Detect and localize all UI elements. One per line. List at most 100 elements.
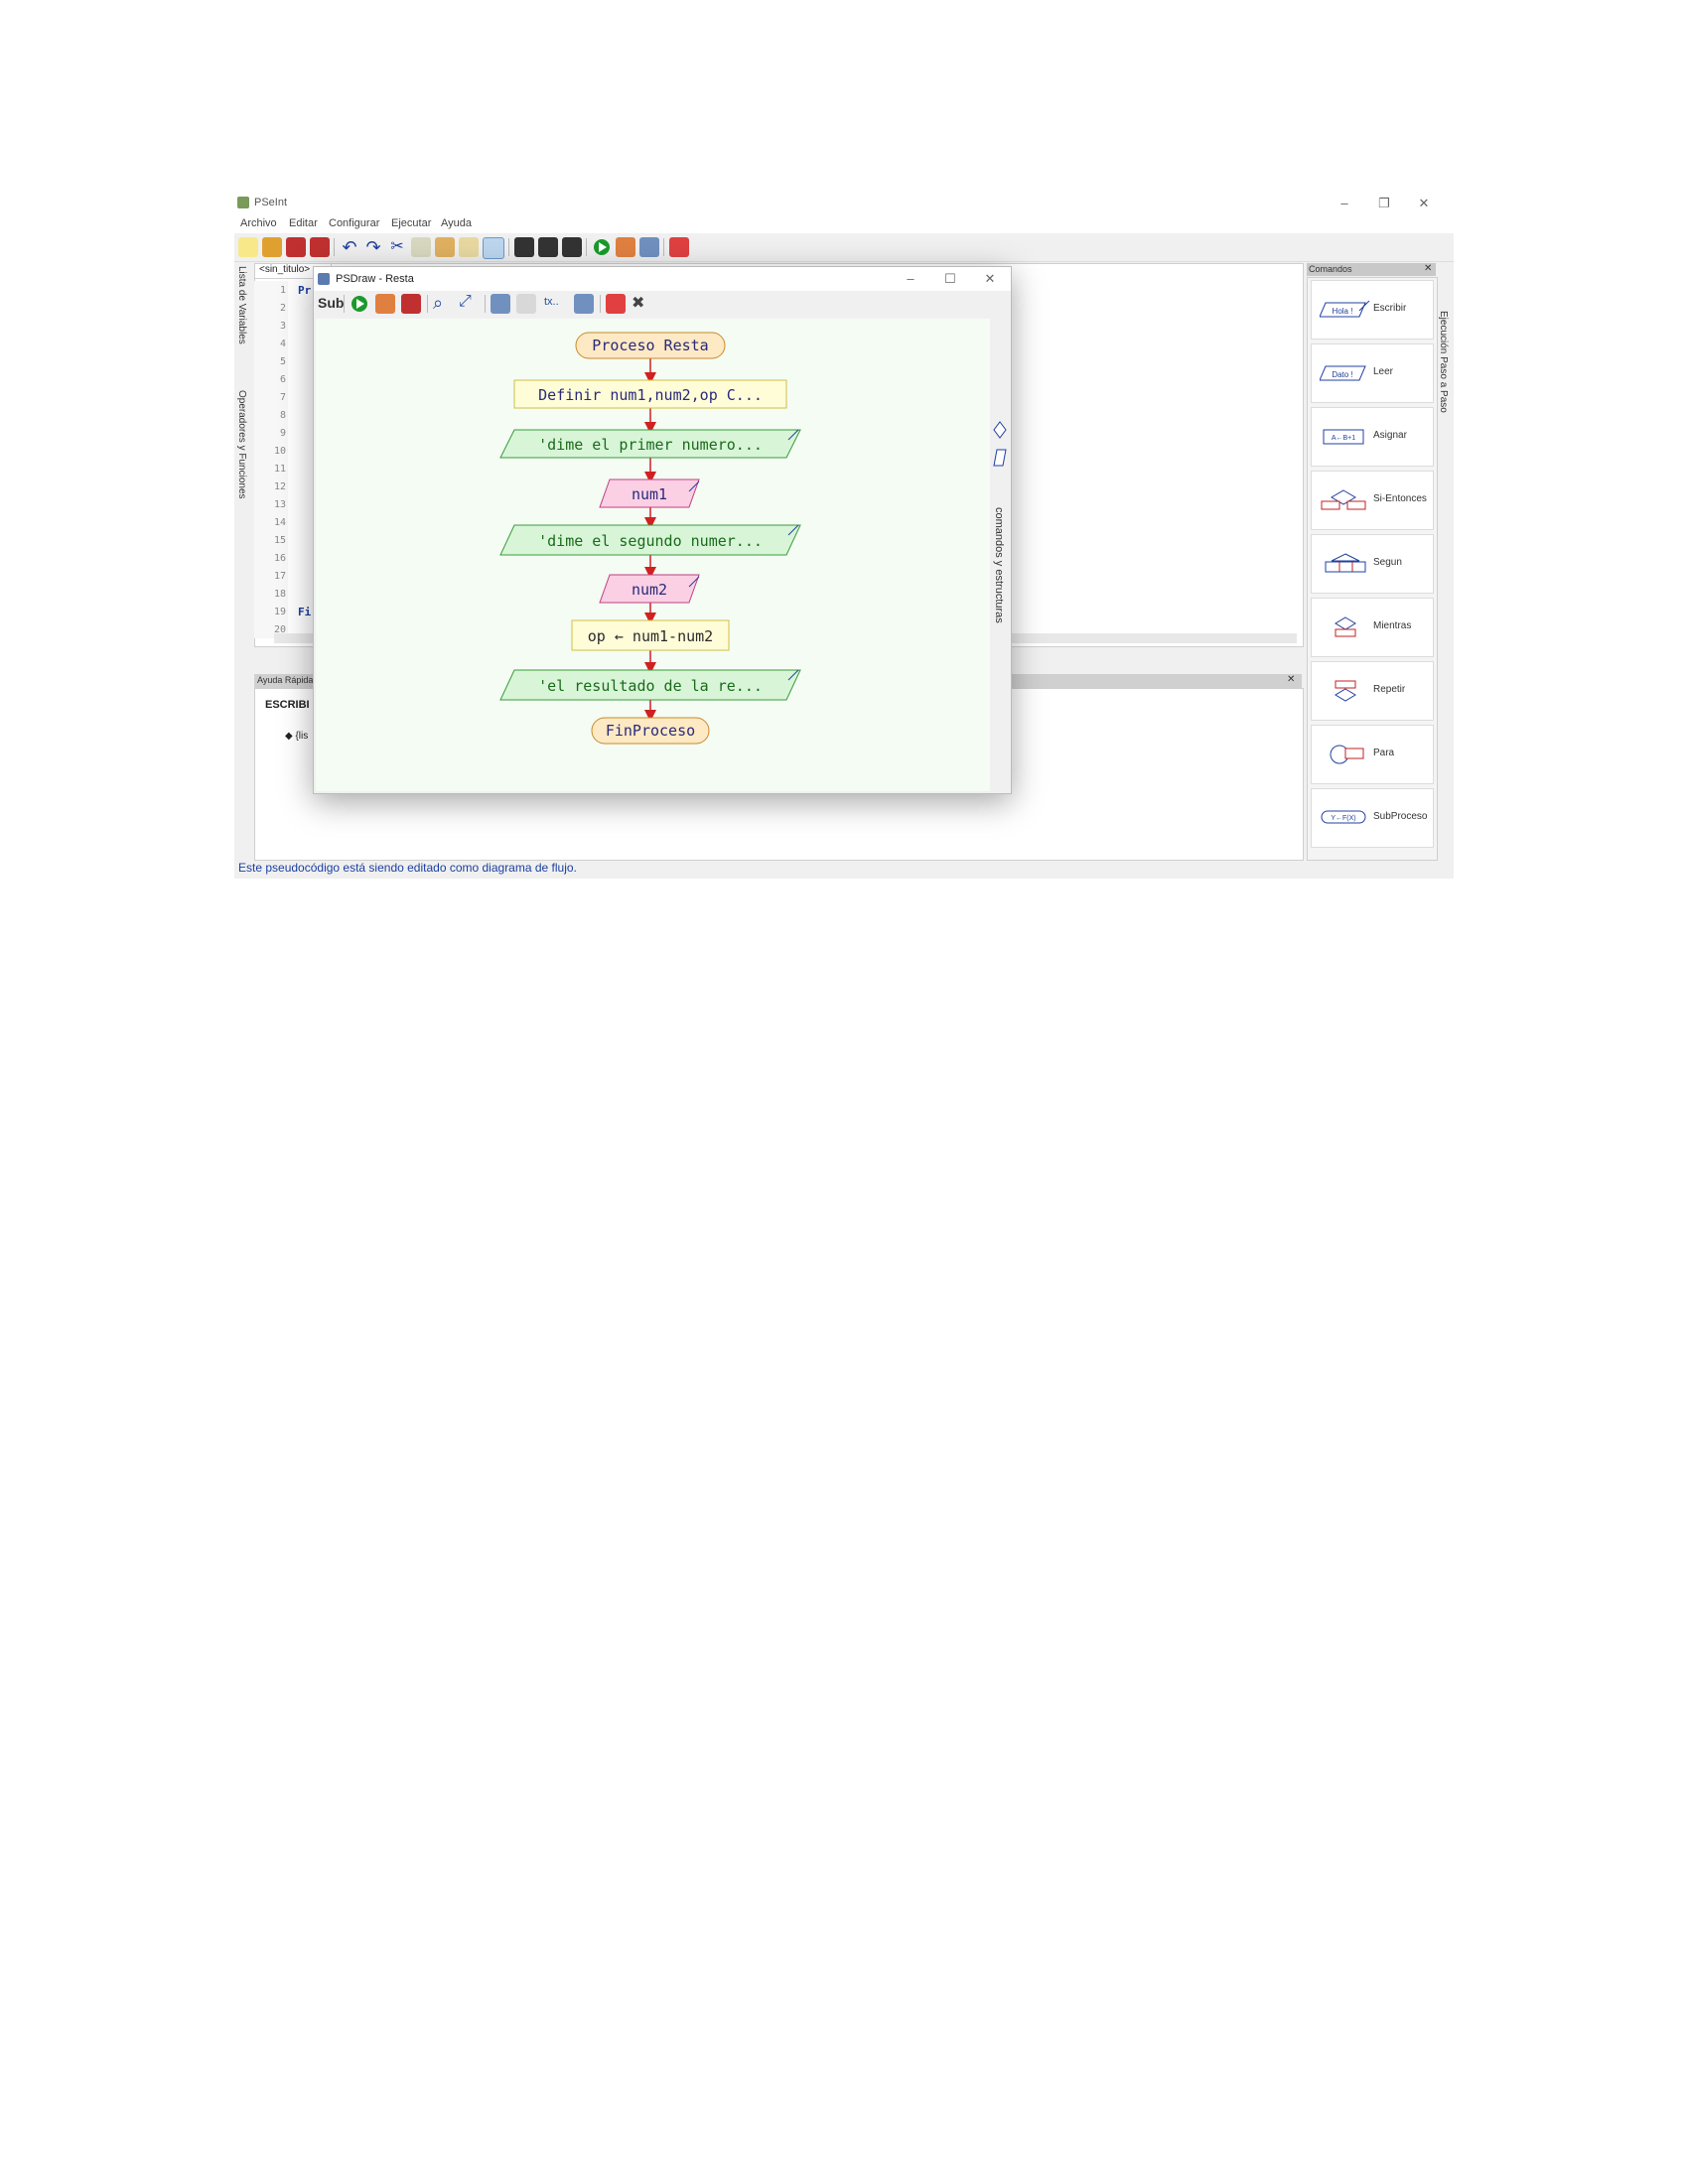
- svg-text:A←B+1: A←B+1: [1332, 435, 1355, 442]
- replace-icon[interactable]: [562, 237, 582, 257]
- line-number-gutter: [254, 281, 288, 638]
- new-file-icon[interactable]: [238, 237, 258, 257]
- flowchart-view-icon[interactable]: [483, 237, 504, 259]
- command-label: Asignar: [1373, 430, 1407, 441]
- command-subproceso[interactable]: Y←F(X) SubProceso: [1311, 788, 1434, 848]
- line-number: 17: [273, 571, 286, 582]
- command-asignar[interactable]: A←B+1 Asignar: [1311, 407, 1434, 467]
- commands-panel: Hola ! Escribir Dato ! Leer A←B+1 Asigna…: [1307, 277, 1438, 861]
- command-segun[interactable]: Segun: [1311, 534, 1434, 594]
- undo-icon[interactable]: ↶: [340, 237, 359, 257]
- psdraw-side-panel: comandos y estructuras: [991, 319, 1009, 791]
- while-icon: [1335, 616, 1356, 637]
- psdraw-maximize-button[interactable]: ☐: [937, 270, 963, 288]
- line-number: 15: [273, 535, 286, 546]
- save-as-icon[interactable]: [310, 237, 330, 257]
- title-bar: PSeInt – ❐ ✕: [234, 192, 1454, 215]
- main-toolbar: ↶ ↷ ✂: [234, 233, 1454, 262]
- paste-icon[interactable]: [435, 237, 455, 257]
- menu-archivo[interactable]: Archivo: [240, 217, 277, 229]
- operators-functions-tab[interactable]: Operadores y Funciones: [236, 390, 247, 529]
- save-icon[interactable]: [401, 294, 421, 314]
- step-by-step-icon[interactable]: [616, 237, 635, 257]
- command-repetir[interactable]: Repetir: [1311, 661, 1434, 721]
- menu-ayuda[interactable]: Ayuda: [441, 217, 472, 229]
- line-number: 1: [279, 285, 286, 296]
- indent-icon[interactable]: [459, 237, 479, 257]
- help-icon[interactable]: [669, 237, 689, 257]
- for-loop-icon: [1330, 745, 1364, 764]
- status-bar: Este pseudocódigo está siendo editado co…: [238, 861, 577, 875]
- subprocess-icon: Y←F(X): [1321, 810, 1366, 824]
- menu-configurar[interactable]: Configurar: [329, 217, 379, 229]
- close-button[interactable]: ✕: [1411, 195, 1437, 212]
- sub-button[interactable]: Sub: [318, 295, 344, 311]
- help-close-icon[interactable]: ✕: [1287, 674, 1295, 685]
- command-label: Repetir: [1373, 684, 1406, 695]
- input-node-2-text: num2: [632, 581, 667, 599]
- command-para[interactable]: Para: [1311, 725, 1434, 784]
- draw-flowchart-icon[interactable]: [639, 237, 659, 257]
- svg-text:Hola !: Hola !: [1333, 307, 1353, 316]
- help-heading: ESCRIBI: [265, 699, 310, 711]
- input-node-1-text: num1: [632, 485, 667, 503]
- command-label: Escribir: [1373, 303, 1407, 314]
- save-icon[interactable]: [286, 237, 306, 257]
- zoom-icon[interactable]: ⌕: [433, 293, 443, 314]
- step-by-step-tab[interactable]: Ejecución Paso a Paso: [1438, 311, 1449, 509]
- menu-editar[interactable]: Editar: [289, 217, 318, 229]
- toggle-comments-icon[interactable]: [491, 294, 510, 314]
- run-icon[interactable]: [592, 237, 612, 257]
- flowchart-canvas[interactable]: Proceso Resta Definir num1,num2,op C... …: [316, 319, 990, 791]
- help-panel-title: Ayuda Rápida: [257, 675, 314, 685]
- command-label: Si-Entonces: [1373, 493, 1427, 504]
- psdraw-minimize-button[interactable]: –: [898, 270, 923, 288]
- command-si-entonces[interactable]: Si-Entonces: [1311, 471, 1434, 530]
- menu-bar: Archivo Editar Configurar Ejecutar Ayuda: [234, 215, 1454, 233]
- line-number: 9: [279, 428, 286, 439]
- repeat-icon: [1335, 680, 1356, 702]
- line-number: 7: [279, 392, 286, 403]
- flowchart-style-icon[interactable]: [574, 294, 594, 314]
- command-mientras[interactable]: Mientras: [1311, 598, 1434, 657]
- line-number: 12: [273, 481, 286, 492]
- line-number: 2: [279, 303, 286, 314]
- line-number: 3: [279, 321, 286, 332]
- toggle-code-icon[interactable]: [516, 294, 536, 314]
- line-number: 19: [273, 607, 286, 617]
- line-number: 16: [273, 553, 286, 564]
- line-number: 10: [273, 446, 286, 457]
- close-diagram-icon[interactable]: ✖: [632, 293, 644, 313]
- if-then-icon: [1321, 489, 1366, 510]
- help-icon[interactable]: [606, 294, 626, 314]
- menu-ejecutar[interactable]: Ejecutar: [391, 217, 431, 229]
- text-mode-icon[interactable]: tx..: [544, 296, 559, 308]
- start-node-text: Proceso Resta: [592, 337, 708, 354]
- line-number: 8: [279, 410, 286, 421]
- switch-icon: [1325, 553, 1366, 573]
- svg-text:Y←F(X): Y←F(X): [1331, 815, 1355, 822]
- redo-icon[interactable]: ↷: [363, 237, 383, 257]
- commands-structures-tab[interactable]: comandos y estructuras: [993, 507, 1005, 706]
- step-by-step-icon[interactable]: [375, 294, 395, 314]
- fit-diagram-icon[interactable]: ⤢: [459, 293, 472, 311]
- copy-icon[interactable]: [411, 237, 431, 257]
- write-icon: Hola !: [1320, 300, 1370, 318]
- command-escribir[interactable]: Hola ! Escribir: [1311, 280, 1434, 340]
- output-node-1-text: 'dime el primer numero...: [538, 436, 763, 454]
- find-next-icon[interactable]: [538, 237, 558, 257]
- restore-button[interactable]: ❐: [1371, 195, 1397, 212]
- line-number: 14: [273, 517, 286, 528]
- variables-list-tab[interactable]: Lista de Variables: [236, 266, 247, 375]
- command-label: Leer: [1373, 366, 1394, 377]
- psdraw-window: PSDraw - Resta – ☐ ✕ Sub ⌕ ⤢ tx.. ✖ Proc…: [313, 266, 1012, 794]
- run-icon[interactable]: [350, 294, 369, 319]
- find-icon[interactable]: [514, 237, 534, 257]
- minimize-button[interactable]: –: [1332, 195, 1357, 212]
- psdraw-close-button[interactable]: ✕: [977, 270, 1003, 288]
- commands-close-icon[interactable]: ✕: [1424, 263, 1432, 274]
- line-number: 4: [279, 339, 286, 349]
- open-folder-icon[interactable]: [262, 237, 282, 257]
- cut-icon[interactable]: ✂: [387, 237, 407, 257]
- command-leer[interactable]: Dato ! Leer: [1311, 343, 1434, 403]
